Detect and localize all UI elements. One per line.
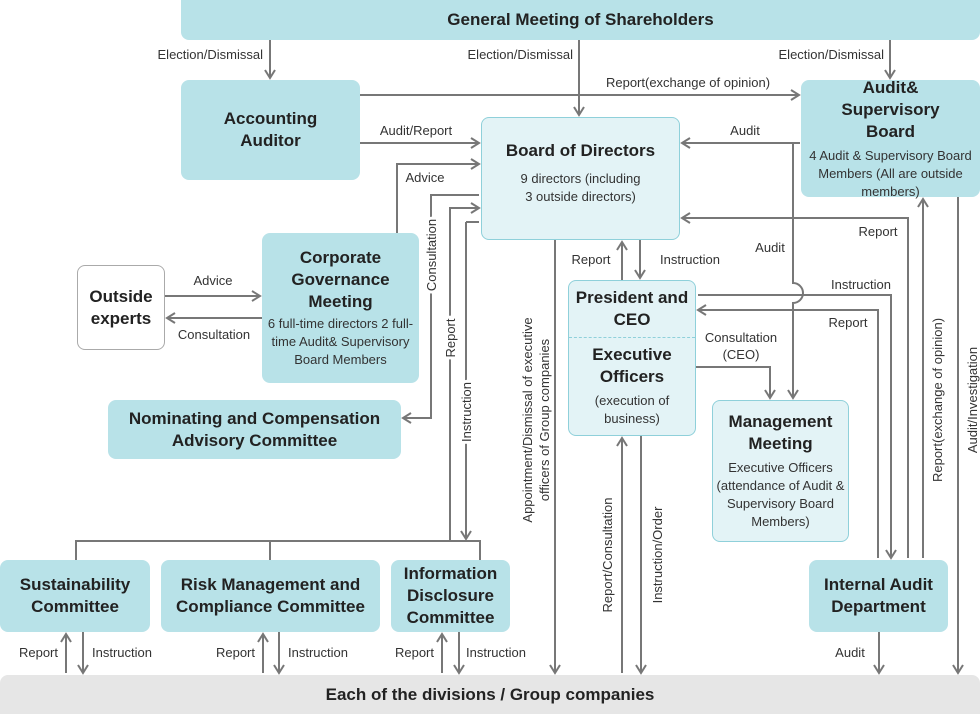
label-audit-ia: Audit [835,645,865,660]
divisions-group-companies: Each of the divisions / Group companies [0,675,980,714]
label-election-asb: Election/Dismissal [779,47,885,62]
info-title: Information Disclosure Committee [403,564,498,627]
label-advice-board: Advice [405,170,444,185]
risk-compliance-committee: Risk Management and Compliance Committee [161,560,380,632]
label-report-comm: Report [443,318,458,357]
label-sus-report: Report [19,645,58,660]
president-ceo-title: President and CEO [569,281,695,338]
internal-audit-title: Internal Audit Department [824,575,933,616]
label-audit-mgmt: Audit [755,240,785,255]
label-info-report: Report [395,645,434,660]
divisions-title: Each of the divisions / Group companies [325,684,655,704]
sustainability-title: Sustainability Committee [19,575,131,616]
mgmt-title: Management Meeting [728,412,833,453]
label-risk-instruction: Instruction [288,645,348,660]
cgm-title: Corporate Governance Meeting [291,248,390,311]
president-executive-officers: President and CEO Executive Officers (ex… [568,280,696,436]
label-instruction-order: Instruction/Order [650,506,665,603]
label-instruction-pres: Instruction [660,252,720,267]
label-advice-oe: Advice [193,273,232,288]
label-report-exchange: Report(exchange of opinion) [606,75,770,90]
label-report-exchange-ia: Report(exchange of opinion) [930,318,945,482]
label-sus-instruction: Instruction [92,645,152,660]
label-consult-ceo-2: (CEO) [723,347,760,362]
risk-title: Risk Management and Compliance Committee [176,575,365,616]
accounting-auditor-title: Accounting Auditor [223,109,318,150]
label-audit-asb: Audit [730,123,760,138]
outside-experts-title: Outside experts [89,286,153,328]
label-instruction-comm: Instruction [459,382,474,442]
nominating-title: Nominating and Compensation Advisory Com… [128,408,381,450]
cgm-sub: 6 full-time directors 2 full-time Audit&… [267,316,414,367]
board-title: Board of Directors [505,141,656,160]
mgmt-sub: Executive Officers (attendance of Audit … [716,460,845,529]
label-report-pres: Report [571,252,610,267]
nominating-compensation-committee: Nominating and Compensation Advisory Com… [108,400,401,459]
accounting-auditor: Accounting Auditor [181,80,360,180]
label-appointment-2: officers of Group companies [537,338,552,501]
label-audit-report: Audit/Report [380,123,453,138]
board-of-directors: Board of Directors 9 directors (including… [481,117,680,240]
label-consult-ceo: Consultation [705,330,777,345]
internal-audit-department: Internal Audit Department [809,560,948,632]
asb-title: Audit& Supervisory Board [841,77,940,141]
label-risk-report: Report [216,645,255,660]
label-instruction-ia: Instruction [831,277,891,292]
label-report-board: Report [858,224,897,239]
label-info-instruction: Instruction [466,645,526,660]
gms-title: General Meeting of Shareholders [447,10,714,29]
outside-experts: Outside experts [77,265,165,350]
label-election-auditor: Election/Dismissal [158,47,264,62]
label-election-board: Election/Dismissal [468,47,574,62]
label-consultation-nom: Consultation [424,219,439,291]
sustainability-committee: Sustainability Committee [0,560,150,632]
board-sub: 9 directors (including 3 outside directo… [520,171,641,204]
exec-sub: (execution of business) [594,393,670,426]
exec-title: Executive Officers [592,345,672,386]
asb-sub: 4 Audit & Supervisory Board Members (All… [809,147,972,199]
general-meeting-of-shareholders: General Meeting of Shareholders [181,0,980,40]
label-report-consultation: Report/Consultation [600,498,615,613]
management-meeting: Management Meeting Executive Officers (at… [712,400,849,542]
corporate-governance-meeting: Corporate Governance Meeting 6 full-time … [262,233,419,383]
label-audit-investigation: Audit/Investigation [965,347,980,453]
label-report-ia: Report [828,315,867,330]
label-appointment: Appointment/Dismissal of executive [520,317,535,522]
information-disclosure-committee: Information Disclosure Committee [391,560,510,632]
label-consultation-oe: Consultation [178,327,250,342]
audit-supervisory-board: Audit& Supervisory Board 4 Audit & Superv… [801,77,980,199]
